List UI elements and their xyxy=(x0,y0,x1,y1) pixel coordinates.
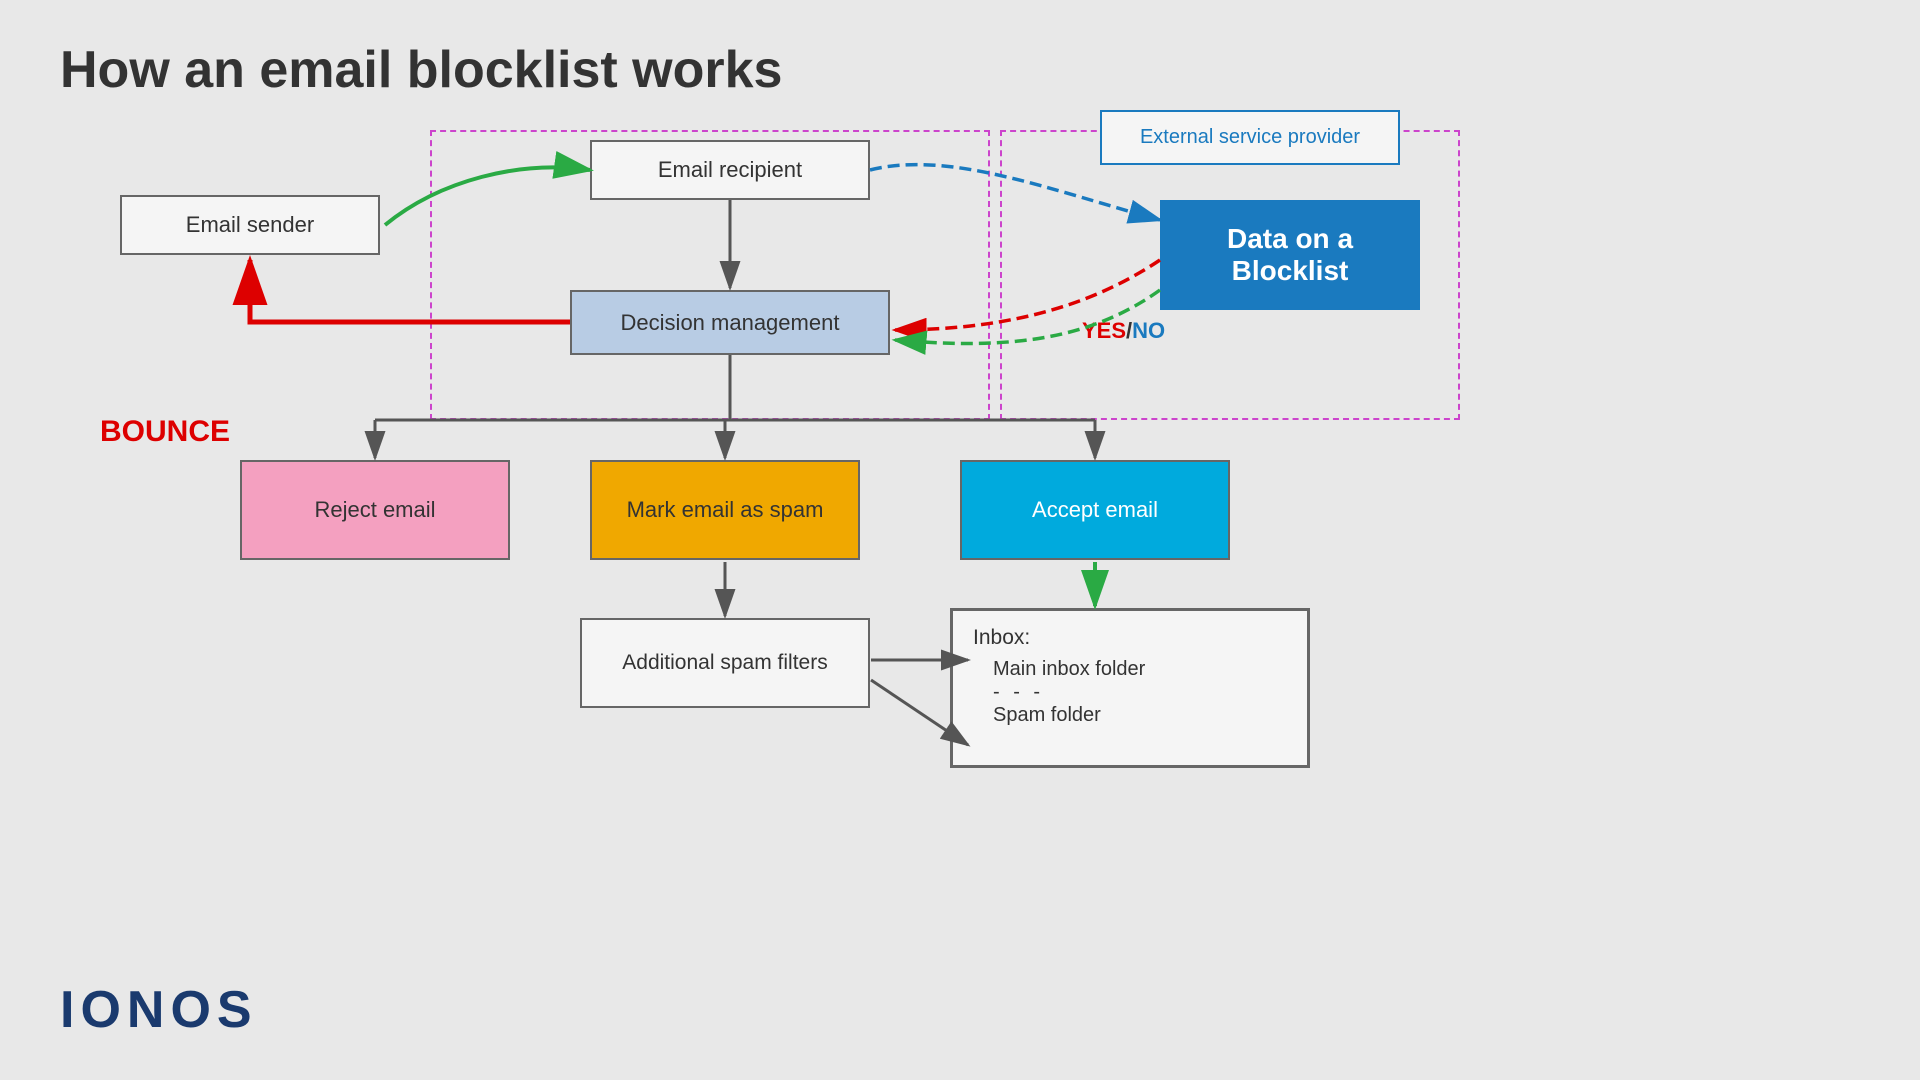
yes-label: YES xyxy=(1082,318,1126,343)
email-sender-label: Email sender xyxy=(186,212,314,238)
inbox-box: Inbox: Main inbox folder - - - Spam fold… xyxy=(950,608,1310,768)
additional-spam-label: Additional spam filters xyxy=(622,651,827,675)
accept-label: Accept email xyxy=(1032,497,1158,523)
spam-box: Mark email as spam xyxy=(590,460,860,560)
decision-box: Decision management xyxy=(570,290,890,355)
inbox-spam-folder: Spam folder xyxy=(993,704,1287,727)
no-label: NO xyxy=(1132,318,1165,343)
reject-label: Reject email xyxy=(314,497,435,523)
reject-box: Reject email xyxy=(240,460,510,560)
inbox-title: Inbox: xyxy=(973,626,1287,650)
additional-spam-box: Additional spam filters xyxy=(580,618,870,708)
inbox-main: Main inbox folder xyxy=(993,658,1287,681)
ionos-logo: IONOS xyxy=(60,980,258,1040)
accept-box: Accept email xyxy=(960,460,1230,560)
inbox-dots: - - - xyxy=(993,681,1287,704)
decision-label: Decision management xyxy=(621,310,840,336)
spam-label: Mark email as spam xyxy=(627,497,824,523)
email-sender-box: Email sender xyxy=(120,195,380,255)
email-recipient-box: Email recipient xyxy=(590,140,870,200)
bounce-label: BOUNCE xyxy=(100,415,230,449)
page-title: How an email blocklist works xyxy=(60,40,782,100)
blocklist-box: Data on a Blocklist xyxy=(1160,200,1420,310)
external-service-box: External service provider xyxy=(1100,110,1400,165)
email-recipient-label: Email recipient xyxy=(658,157,802,183)
external-service-label: External service provider xyxy=(1140,126,1360,149)
blocklist-label: Data on a Blocklist xyxy=(1170,223,1410,287)
